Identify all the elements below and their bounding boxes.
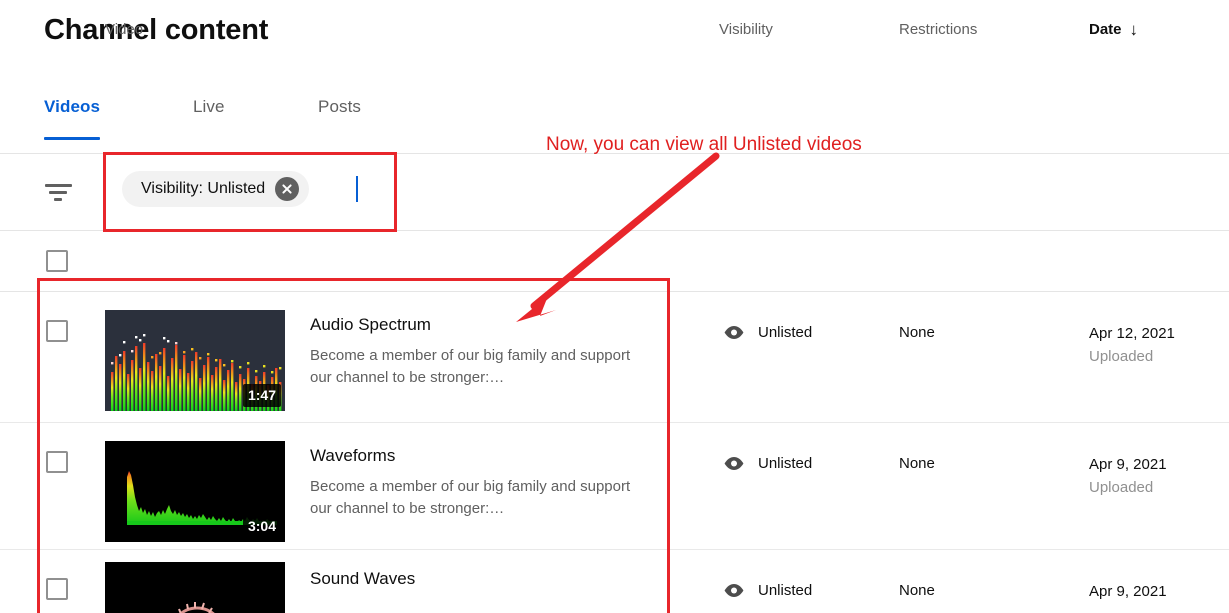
- tab-live-label: Live: [193, 97, 225, 116]
- video-title[interactable]: Waveforms: [310, 445, 640, 467]
- column-header-date[interactable]: Date ↓: [1089, 21, 1138, 38]
- filter-line-1: [44, 184, 72, 187]
- cell-visibility[interactable]: Unlisted: [723, 455, 812, 472]
- video-meta: Waveforms Become a member of our big fam…: [310, 445, 640, 520]
- tab-live[interactable]: Live: [193, 97, 225, 137]
- cell-restrictions: None: [899, 455, 935, 472]
- select-all-checkbox[interactable]: [46, 250, 68, 272]
- row-select-checkbox[interactable]: [46, 451, 68, 473]
- visibility-label: Unlisted: [758, 324, 813, 341]
- video-duration: 3:04: [242, 515, 281, 538]
- column-header-restrictions: Restrictions: [899, 21, 978, 38]
- cell-date: Apr 9, 2021: [1089, 581, 1167, 603]
- date-status: Uploaded: [1089, 347, 1154, 365]
- tab-posts[interactable]: Posts: [318, 97, 361, 137]
- visibility-label: Unlisted: [758, 582, 813, 599]
- table-header-row: [0, 232, 1229, 292]
- video-thumbnail[interactable]: [105, 562, 285, 613]
- tab-videos-label: Videos: [44, 97, 101, 116]
- close-circle-icon[interactable]: [275, 177, 300, 201]
- circular-sound-ring-icon: [105, 562, 285, 613]
- table-row[interactable]: Sound Waves Unlisted None Apr 9, 2021: [0, 550, 1229, 613]
- row-select-checkbox[interactable]: [46, 320, 68, 342]
- table-row[interactable]: 3:04 Waveforms Become a member of our bi…: [0, 423, 1229, 550]
- column-header-video: Video: [105, 21, 144, 38]
- tab-posts-label: Posts: [318, 97, 362, 116]
- eye-icon: [724, 584, 744, 597]
- date-value: Apr 9, 2021: [1089, 456, 1167, 473]
- date-status: Uploaded: [1089, 478, 1154, 496]
- column-header-visibility: Visibility: [719, 21, 773, 38]
- cell-restrictions: None: [899, 582, 935, 599]
- tab-bar: Videos Live Posts: [0, 92, 1229, 154]
- video-title[interactable]: Audio Spectrum: [310, 314, 640, 336]
- cell-date: Apr 9, 2021 Uploaded: [1089, 454, 1167, 499]
- cell-visibility[interactable]: Unlisted: [723, 324, 812, 341]
- video-description: Become a member of our big family and su…: [310, 478, 631, 517]
- video-thumbnail[interactable]: 1:47: [105, 310, 285, 411]
- date-value: Apr 12, 2021: [1089, 325, 1175, 342]
- table-row[interactable]: 1:47 Audio Spectrum Become a member of o…: [0, 292, 1229, 423]
- cell-visibility[interactable]: Unlisted: [723, 582, 812, 599]
- video-meta: Sound Waves: [310, 568, 640, 599]
- filter-text-caret: [356, 176, 358, 202]
- eye-icon: [724, 457, 744, 470]
- filter-line-2: [49, 191, 67, 194]
- channel-content-page: Channel content Videos Live Posts Visibi…: [0, 0, 1229, 613]
- video-meta: Audio Spectrum Become a member of our bi…: [310, 314, 640, 389]
- video-description: Become a member of our big family and su…: [310, 347, 631, 386]
- visibility-label: Unlisted: [758, 455, 813, 472]
- cell-date: Apr 12, 2021 Uploaded: [1089, 323, 1175, 368]
- date-value: Apr 9, 2021: [1089, 583, 1167, 600]
- page-title: Channel content: [44, 14, 269, 46]
- filter-icon[interactable]: [44, 184, 72, 202]
- video-duration: 1:47: [242, 384, 281, 407]
- video-title[interactable]: Sound Waves: [310, 568, 640, 590]
- row-select-checkbox[interactable]: [46, 578, 68, 600]
- sort-descending-arrow-icon: ↓: [1129, 20, 1139, 39]
- eye-icon: [724, 326, 744, 339]
- video-thumbnail[interactable]: 3:04: [105, 441, 285, 542]
- tab-videos[interactable]: Videos: [44, 97, 101, 140]
- filter-chip-visibility[interactable]: Visibility: Unlisted: [122, 171, 310, 207]
- cell-restrictions: None: [899, 324, 935, 341]
- filter-line-3: [54, 198, 62, 201]
- column-header-date-label: Date: [1089, 21, 1122, 38]
- filter-chip-label: Visibility: Unlisted: [141, 180, 266, 197]
- tab-active-underline: [44, 137, 101, 140]
